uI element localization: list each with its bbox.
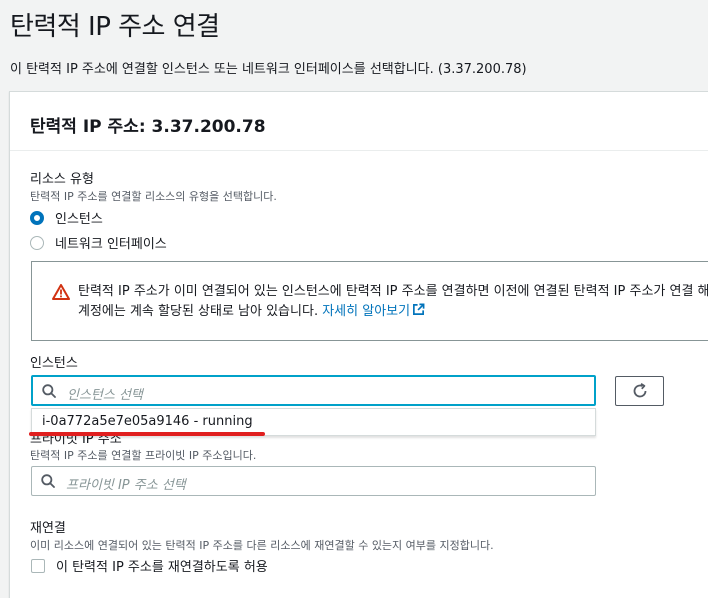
alert-line-1: 탄력적 IP 주소가 이미 연결되어 있는 인스턴스에 탄력적 IP 주소를 연… [78, 284, 708, 299]
alert-text: 탄력적 IP 주소가 이미 연결되어 있는 인스턴스에 탄력적 IP 주소를 연… [78, 282, 708, 322]
page-title: 탄력적 IP 주소 연결 [10, 12, 220, 42]
radio-button-checked[interactable] [30, 210, 44, 225]
instance-label: 인스턴스 [30, 356, 78, 371]
panel-header: 탄력적 IP 주소: 3.37.200.78 [10, 92, 708, 151]
private-ip-placeholder: 프라이빗 IP 주소 선택 [66, 478, 186, 493]
refresh-icon [633, 383, 646, 398]
reassociation-label: 재연결 [30, 521, 66, 536]
radio-instance[interactable]: 인스턴스 [30, 208, 103, 227]
search-icon [42, 384, 56, 398]
radio-network-interface[interactable]: 네트워크 인터페이스 [30, 233, 167, 252]
radio-button[interactable] [30, 235, 44, 250]
instance-select-placeholder: 인스턴스 선택 [67, 388, 143, 403]
warning-alert: 탄력적 IP 주소가 이미 연결되어 있는 인스턴스에 탄력적 IP 주소를 연… [31, 261, 708, 341]
red-underline-annotation [29, 432, 265, 436]
resource-type-description: 탄력적 IP 주소를 연결할 리소스의 유형을 선택합니다. [30, 190, 277, 203]
instance-select[interactable]: 인스턴스 선택 [31, 375, 596, 406]
alert-line-2: 계정에는 계속 할당된 상태로 남아 있습니다. 자세히 알아보기 [78, 302, 708, 322]
reassociation-checkbox-label: 이 탄력적 IP 주소를 재연결하도록 허용 [56, 560, 268, 575]
radio-instance-label: 인스턴스 [55, 212, 103, 227]
panel-title: 탄력적 IP 주소: 3.37.200.78 [30, 117, 266, 137]
dropdown-option-instance[interactable]: i-0a772a5e7e05a9146 - running [42, 414, 253, 429]
resource-type-label: 리소스 유형 [30, 172, 94, 187]
reassociation-description: 이미 리소스에 연결되어 있는 탄력적 IP 주소를 다른 리소스에 재연결할 … [30, 539, 494, 552]
associate-panel: 탄력적 IP 주소: 3.37.200.78 리소스 유형 탄력적 IP 주소를… [9, 91, 708, 598]
private-ip-select[interactable]: 프라이빗 IP 주소 선택 [31, 466, 596, 496]
warning-icon [52, 284, 70, 300]
search-icon [41, 474, 55, 488]
refresh-button[interactable] [615, 376, 664, 406]
page-description: 이 탄력적 IP 주소에 연결할 인스턴스 또는 네트워크 인터페이스를 선택합… [10, 62, 527, 77]
radio-network-interface-label: 네트워크 인터페이스 [55, 237, 167, 252]
private-ip-description: 탄력적 IP 주소를 연결할 프라이빗 IP 주소입니다. [30, 449, 257, 462]
external-link-icon[interactable] [412, 303, 425, 316]
alert-line-2-text: 계정에는 계속 할당된 상태로 남아 있습니다. [78, 304, 323, 319]
reassociation-checkbox-row[interactable]: 이 탄력적 IP 주소를 재연결하도록 허용 [31, 556, 268, 575]
learn-more-link[interactable]: 자세히 알아보기 [322, 304, 410, 319]
reassociation-checkbox[interactable] [31, 558, 45, 573]
